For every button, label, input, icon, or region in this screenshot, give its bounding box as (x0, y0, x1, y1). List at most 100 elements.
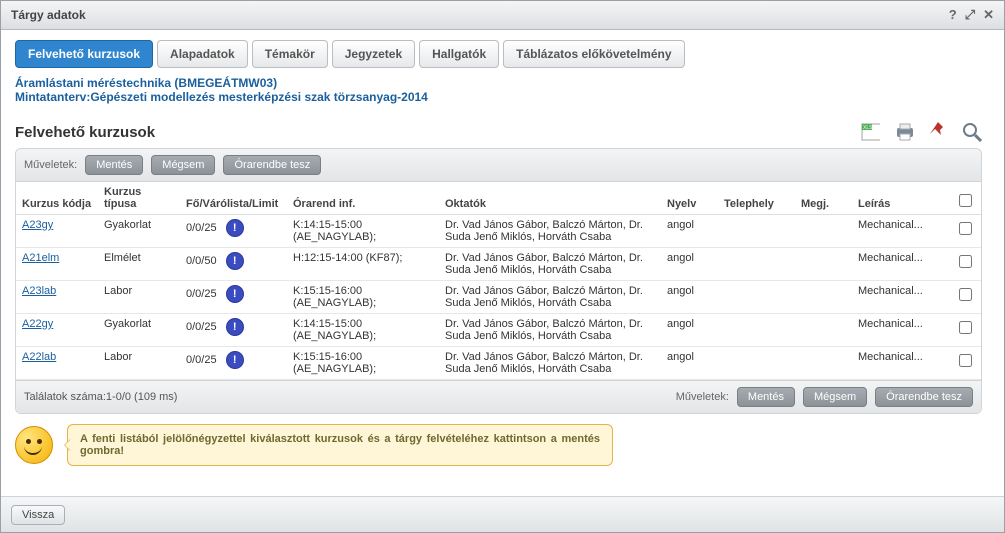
course-lang: angol (661, 314, 718, 347)
course-note (795, 248, 852, 281)
course-note (795, 314, 852, 347)
row-checkbox[interactable] (959, 354, 972, 367)
course-note (795, 281, 852, 314)
cancel-button-top[interactable]: Mégsem (151, 155, 215, 175)
col-desc[interactable]: Leírás (852, 182, 949, 215)
course-code-link[interactable]: A22lab (22, 351, 56, 363)
window-title: Tárgy adatok (11, 1, 86, 29)
course-teachers: Dr. Vad János Gábor, Balczó Márton, Dr. … (439, 314, 661, 347)
close-icon[interactable]: ✕ (983, 1, 994, 29)
course-limit: 0/0/25 ! (180, 215, 287, 248)
course-code-link[interactable]: A23gy (22, 219, 53, 231)
section-title: Felvehető kurzusok (15, 124, 860, 141)
course-limit: 0/0/25 ! (180, 314, 287, 347)
course-time: K:14:15-15:00 (AE_NAGYLAB); (287, 215, 439, 248)
course-desc: Mechanical... (852, 215, 949, 248)
course-teachers: Dr. Vad János Gábor, Balczó Márton, Dr. … (439, 215, 661, 248)
course-time: K:15:15-16:00 (AE_NAGYLAB); (287, 347, 439, 380)
tab-1[interactable]: Alapadatok (157, 40, 248, 68)
exclamation-icon[interactable]: ! (226, 219, 244, 237)
tab-bar: Felvehető kurzusokAlapadatokTémakörJegyz… (15, 40, 988, 68)
svg-text:XLS: XLS (863, 125, 873, 131)
course-code-link[interactable]: A22gy (22, 318, 53, 330)
table-row: A22gy Gyakorlat0/0/25 !K:14:15-15:00 (AE_… (16, 314, 981, 347)
save-button-top[interactable]: Mentés (85, 155, 143, 175)
course-table: Kurzus kódja Kurzus típusa Fő/Várólista/… (16, 182, 981, 380)
print-icon[interactable] (894, 122, 914, 142)
col-code[interactable]: Kurzus kódja (16, 182, 98, 215)
schedule-button-top[interactable]: Órarendbe tesz (223, 155, 321, 175)
row-checkbox[interactable] (959, 321, 972, 334)
table-row: A23gy Gyakorlat0/0/25 !K:14:15-15:00 (AE_… (16, 215, 981, 248)
exclamation-icon[interactable]: ! (226, 318, 244, 336)
expand-icon[interactable]: ⤢ (965, 1, 975, 29)
course-type: Gyakorlat (98, 314, 180, 347)
course-time: K:15:15-16:00 (AE_NAGYLAB); (287, 281, 439, 314)
course-code-link[interactable]: A21elm (22, 252, 59, 264)
course-limit: 0/0/25 ! (180, 347, 287, 380)
course-lang: angol (661, 347, 718, 380)
curriculum-label: Mintatanterv:Gépészeti modellezés mester… (15, 90, 428, 104)
course-site (718, 314, 795, 347)
course-desc: Mechanical... (852, 248, 949, 281)
col-time[interactable]: Órarend inf. (287, 182, 439, 215)
course-note (795, 347, 852, 380)
col-type[interactable]: Kurzus típusa (98, 182, 180, 215)
row-checkbox[interactable] (959, 255, 972, 268)
table-row: A21elm Elmélet0/0/50 !H:12:15-14:00 (KF87… (16, 248, 981, 281)
tab-0[interactable]: Felvehető kurzusok (15, 40, 153, 68)
course-time: K:14:15-15:00 (AE_NAGYLAB); (287, 314, 439, 347)
table-row: A23lab Labor0/0/25 !K:15:15-16:00 (AE_NAG… (16, 281, 981, 314)
course-site (718, 347, 795, 380)
course-site (718, 215, 795, 248)
course-limit: 0/0/25 ! (180, 281, 287, 314)
schedule-button-bottom[interactable]: Órarendbe tesz (875, 387, 973, 407)
col-site[interactable]: Telephely (718, 182, 795, 215)
course-type: Elmélet (98, 248, 180, 281)
row-checkbox[interactable] (959, 288, 972, 301)
row-checkbox[interactable] (959, 222, 972, 235)
ops-label-top: Műveletek: (24, 159, 77, 171)
course-desc: Mechanical... (852, 347, 949, 380)
table-row: A22lab Labor0/0/25 !K:15:15-16:00 (AE_NAG… (16, 347, 981, 380)
course-type: Gyakorlat (98, 215, 180, 248)
course-time: H:12:15-14:00 (KF87); (287, 248, 439, 281)
cancel-button-bottom[interactable]: Mégsem (803, 387, 867, 407)
col-teachers[interactable]: Oktatók (439, 182, 661, 215)
col-lang[interactable]: Nyelv (661, 182, 718, 215)
course-note (795, 215, 852, 248)
export-xls-icon[interactable]: XLS (860, 122, 880, 142)
course-desc: Mechanical... (852, 281, 949, 314)
tab-2[interactable]: Témakör (252, 40, 328, 68)
search-icon[interactable] (962, 122, 982, 142)
pin-icon[interactable] (928, 122, 948, 142)
course-type: Labor (98, 347, 180, 380)
exclamation-icon[interactable]: ! (226, 252, 244, 270)
tab-4[interactable]: Hallgatók (419, 40, 499, 68)
course-site (718, 248, 795, 281)
select-all-checkbox[interactable] (959, 194, 972, 207)
course-teachers: Dr. Vad János Gábor, Balczó Márton, Dr. … (439, 347, 661, 380)
col-note[interactable]: Megj. (795, 182, 852, 215)
course-code-link[interactable]: A23lab (22, 285, 56, 297)
course-lang: angol (661, 215, 718, 248)
help-icon[interactable]: ? (949, 1, 957, 29)
back-button[interactable]: Vissza (11, 505, 65, 525)
course-lang: angol (661, 248, 718, 281)
ops-label-bottom: Műveletek: (676, 391, 729, 403)
course-teachers: Dr. Vad János Gábor, Balczó Márton, Dr. … (439, 281, 661, 314)
subject-link[interactable]: Áramlástani méréstechnika (BMEGEÁTMW03) (15, 76, 277, 90)
course-teachers: Dr. Vad János Gábor, Balczó Márton, Dr. … (439, 248, 661, 281)
hint-balloon: A fenti listából jelölőnégyzettel kivála… (67, 424, 613, 466)
course-type: Labor (98, 281, 180, 314)
save-button-bottom[interactable]: Mentés (737, 387, 795, 407)
exclamation-icon[interactable]: ! (226, 285, 244, 303)
exclamation-icon[interactable]: ! (226, 351, 244, 369)
course-lang: angol (661, 281, 718, 314)
col-limit[interactable]: Fő/Várólista/Limit (180, 182, 287, 215)
tab-3[interactable]: Jegyzetek (332, 40, 415, 68)
course-limit: 0/0/50 ! (180, 248, 287, 281)
course-desc: Mechanical... (852, 314, 949, 347)
tab-5[interactable]: Táblázatos előkövetelmény (503, 40, 684, 68)
course-site (718, 281, 795, 314)
